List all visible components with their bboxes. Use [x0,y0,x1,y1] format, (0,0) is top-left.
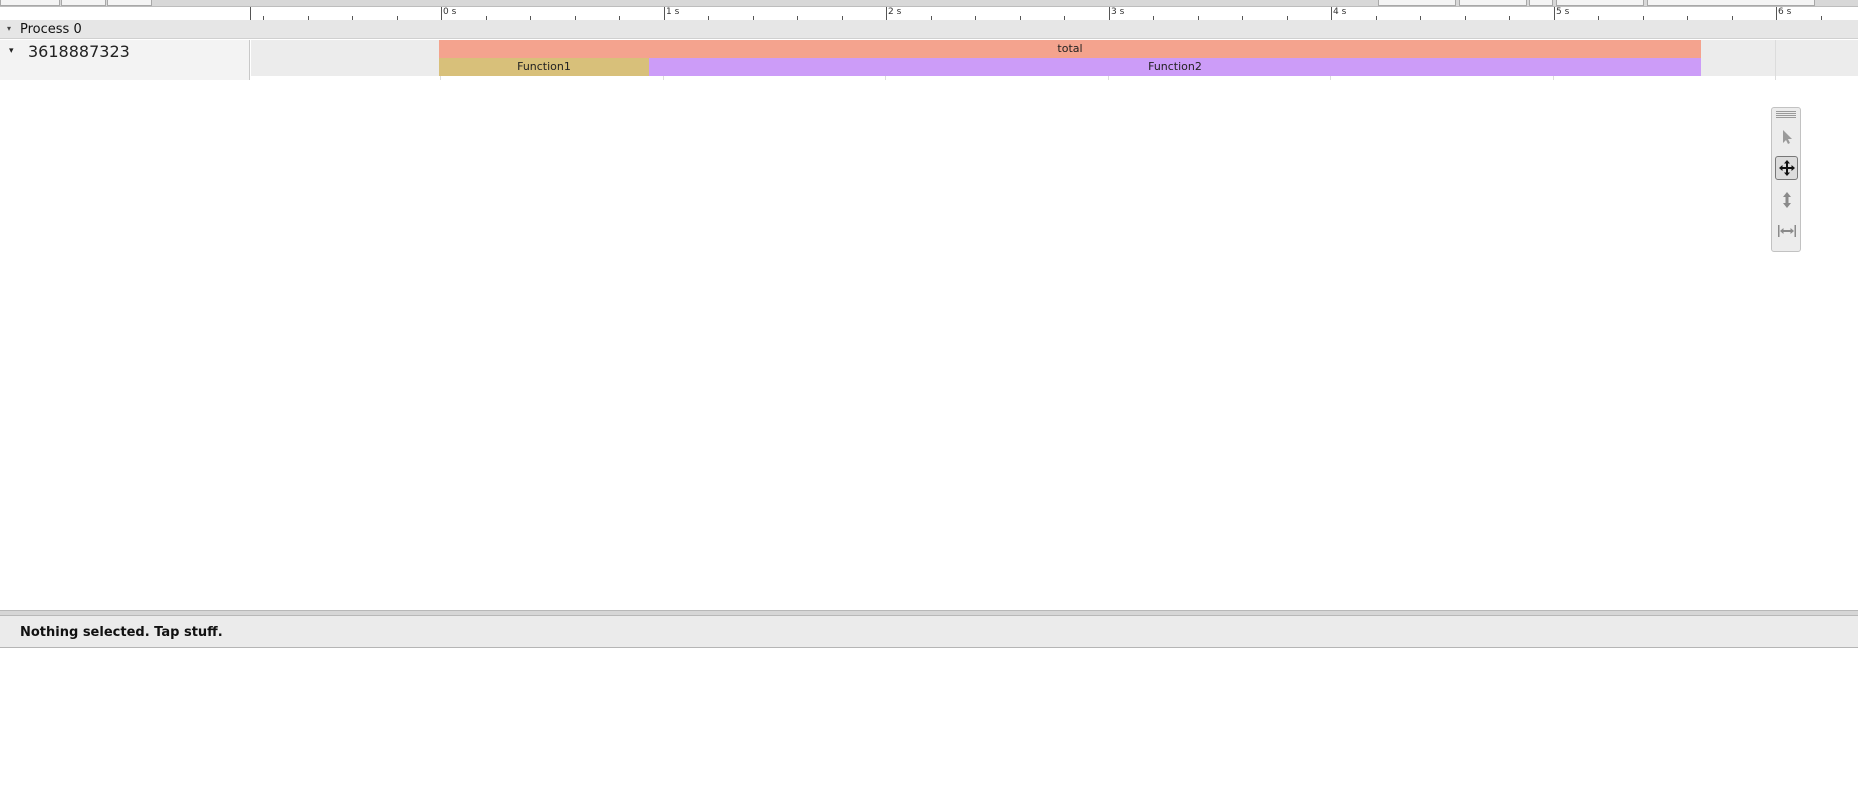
ruler-label: 4 s [1333,7,1347,17]
select-tool-button[interactable] [1775,125,1798,149]
ruler-label: 0 s [443,7,457,17]
trace-viewer: 0 s 1 s 2 s 3 s 4 s 5 s 6 s ▾ Process 0 ▾ 3618… [0,0,1858,812]
collapse-triangle-icon[interactable]: ▾ [9,46,14,56]
ruler-major-tick [886,7,887,20]
pan-tool-button[interactable] [1775,156,1798,180]
slice-function1[interactable]: Function1 [439,58,649,76]
ruler-major-tick [1331,7,1332,20]
ruler-major-tick [441,7,442,20]
toolbar-button[interactable] [1647,0,1815,6]
zoom-arrows-icon [1782,192,1791,208]
analysis-panel-header: Nothing selected. Tap stuff. [0,616,1858,648]
toolbar-button[interactable] [0,0,60,6]
mouse-mode-palette[interactable] [1771,107,1801,252]
ruler-major-tick [1776,7,1777,20]
toolbar-button[interactable] [1529,0,1553,6]
ruler-label: 3 s [1111,7,1125,17]
top-toolbar [0,0,1858,7]
timing-tool-button[interactable] [1775,219,1798,243]
thread-track[interactable]: total Function1 Function2 [251,40,1858,80]
process-title: Process 0 [20,22,82,37]
thread-title: 3618887323 [28,42,130,61]
timing-range-icon [1777,225,1796,237]
toolbar-button[interactable] [1378,0,1456,6]
arrow-pointer-icon [1782,130,1792,144]
slice-function2[interactable]: Function2 [649,58,1701,76]
ruler-label: 2 s [888,7,902,17]
ruler-label: 5 s [1556,7,1570,17]
toolbar-button[interactable] [1459,0,1527,6]
move-arrows-icon [1778,160,1795,176]
thread-label[interactable]: ▾ 3618887323 [0,40,250,80]
toolbar-button[interactable] [61,0,106,6]
collapse-triangle-icon[interactable]: ▾ [7,24,11,33]
selection-status: Nothing selected. Tap stuff. [20,625,223,640]
ruler-label: 1 s [666,7,680,17]
ruler-label: 6 s [1778,7,1792,17]
toolbar-button[interactable] [107,0,152,6]
time-gridline [1775,40,1776,80]
time-ruler[interactable]: 0 s 1 s 2 s 3 s 4 s 5 s 6 s [250,7,1858,20]
toolbar-button[interactable] [1556,0,1644,6]
ruler-major-tick [664,7,665,20]
slice-total[interactable]: total [439,40,1701,58]
palette-drag-handle[interactable] [1776,111,1796,118]
zoom-tool-button[interactable] [1775,188,1798,212]
ruler-major-tick [1109,7,1110,20]
ruler-major-tick [1554,7,1555,20]
process-header[interactable]: ▾ Process 0 [0,20,1858,39]
analysis-panel [0,649,1858,812]
